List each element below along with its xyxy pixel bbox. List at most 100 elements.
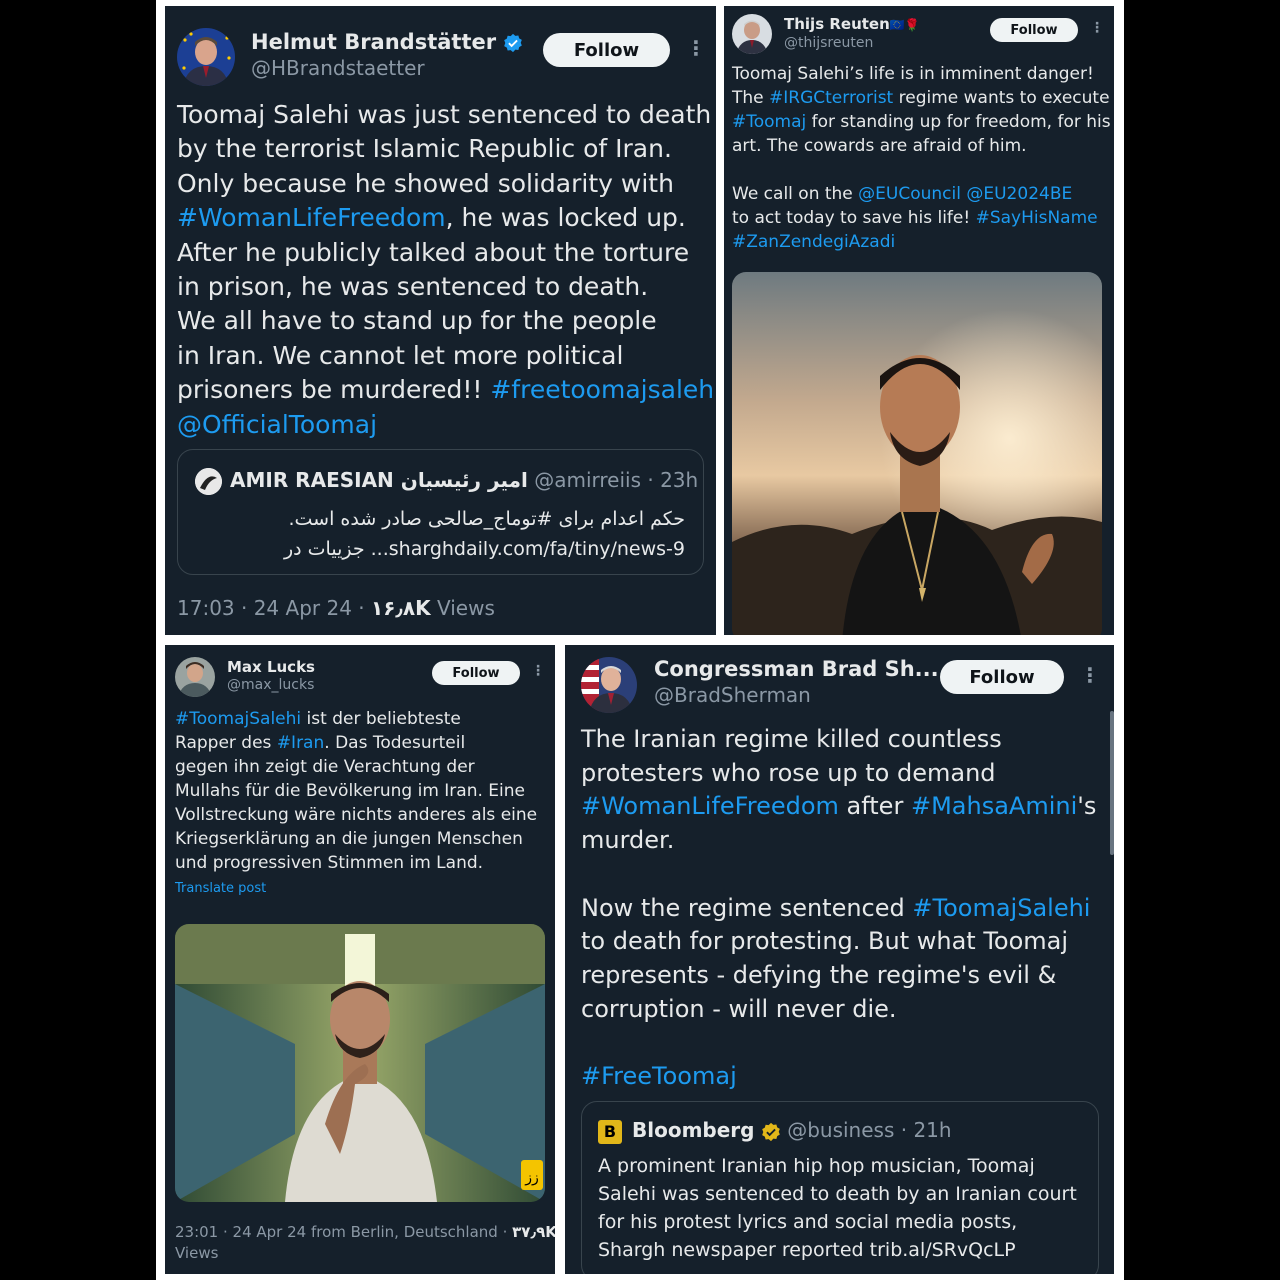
hashtag-link[interactable]: #freetoomajsalehi: [490, 375, 716, 404]
tweet-line: We call on the @EUCouncil @EU2024BE: [732, 182, 1111, 206]
quote-text-line: Salehi was sentenced to death by an Iran…: [598, 1183, 1077, 1205]
tweet-text: The Iranian regime killed countless prot…: [581, 723, 1096, 1094]
tweet-photo[interactable]: [732, 272, 1102, 635]
avatar[interactable]: [732, 14, 772, 54]
tweet-text-span: to act today to save his life!: [732, 208, 976, 228]
quote-text: A prominent Iranian hip hop musician, To…: [598, 1152, 1077, 1264]
tweet-line: The Iranian regime killed countless: [581, 725, 1002, 753]
follow-button[interactable]: Follow: [990, 18, 1078, 42]
hashtag-link[interactable]: #ZanZendegiAzadi: [732, 230, 1111, 254]
views-label: Views: [175, 1244, 219, 1262]
author-name[interactable]: Helmut Brandstätter: [251, 30, 523, 54]
tweet-text-span: 's: [1077, 792, 1097, 821]
author-name[interactable]: Congressman Brad Sh...: [654, 657, 966, 681]
hashtag-link[interactable]: #WomanLifeFreedom: [581, 792, 839, 820]
hashtag-link[interactable]: #IRGCterrorist: [769, 88, 893, 108]
tweet-line: corruption - will never die.: [581, 994, 897, 1023]
more-options-icon[interactable]: ⋮: [531, 663, 545, 679]
tweet-line: Mullahs für die Bevölkerung im Iran. Ein…: [175, 781, 525, 801]
mention-link[interactable]: @EU2024BE: [966, 184, 1072, 204]
tweet-text-span: for standing up for freedom, for his: [806, 112, 1111, 132]
tweet-line: #WomanLifeFreedom after #MahsaAmini's: [581, 790, 1096, 824]
quote-header: AMIR RAESIAN امیر رئیسیان @amirreiis · 2…: [230, 468, 698, 492]
views-label: Views: [430, 596, 495, 620]
tweet-text: Toomaj Salehi’s life is in imminent dang…: [732, 62, 1111, 254]
tweet-brad-sherman: Congressman Brad Sh... @BradSherman Foll…: [565, 645, 1114, 1274]
tweet-video[interactable]: زز: [175, 924, 545, 1202]
tweet-line: Rapper des #Iran. Das Todesurteil: [175, 731, 537, 755]
avatar[interactable]: [177, 28, 235, 86]
hashtag-link[interactable]: #SayHisName: [976, 208, 1098, 228]
tweet-meta: 17:03 · 24 Apr 24 · ۱۶٫۸K Views: [177, 596, 495, 620]
quote-text-line: Shargh newspaper reported trib.al/SRvQcL…: [598, 1239, 1016, 1261]
tweet-line: art. The cowards are afraid of him.: [732, 136, 1027, 156]
tweet-line: #WomanLifeFreedom, he was locked up.: [177, 201, 716, 235]
tweet-line: gegen ihn zeigt die Verachtung der: [175, 757, 475, 777]
quoted-tweet[interactable]: B Bloomberg @business · 21h A prominent …: [581, 1101, 1099, 1274]
hashtag-link[interactable]: #Toomaj: [732, 112, 806, 132]
tweet-line: #ToomajSalehi ist der beliebteste: [175, 707, 537, 731]
author-handle[interactable]: @BradSherman: [654, 683, 811, 707]
tweet-line: Now the regime sentenced #ToomajSalehi: [581, 892, 1096, 926]
tweet-line: Only because he showed solidarity with: [177, 168, 674, 198]
tweet-text-span: Now the regime sentenced: [581, 893, 913, 922]
author-handle[interactable]: @thijsreuten: [784, 35, 873, 51]
more-options-icon[interactable]: ⋮: [1090, 20, 1104, 36]
views-count: ۱۶٫۸K: [371, 596, 431, 620]
hashtag-link[interactable]: #MahsaAmini: [911, 792, 1077, 820]
more-options-icon[interactable]: ⋮: [686, 36, 706, 60]
follow-button[interactable]: Follow: [940, 660, 1064, 694]
tweet-line: in prison, he was sentenced to death.: [177, 272, 649, 302]
views-count: ۳۷٫۹K: [512, 1223, 555, 1241]
tweet-text-span: , he was locked up.: [445, 203, 686, 233]
quoted-tweet[interactable]: AMIR RAESIAN امیر رئیسیان @amirreiis · 2…: [177, 449, 704, 575]
tweet-text-span: Rapper des: [175, 733, 277, 753]
quote-author-handle: @amirreiis · 23h: [534, 468, 699, 492]
tweet-line: #Toomaj for standing up for freedom, for…: [732, 110, 1111, 134]
avatar[interactable]: [175, 657, 215, 697]
author-handle[interactable]: @HBrandstaetter: [251, 56, 425, 80]
tweet-line: to act today to save his life! #SayHisNa…: [732, 206, 1111, 230]
quote-author-name: AMIR RAESIAN امیر رئیسیان: [230, 468, 528, 492]
scrollbar-thumb[interactable]: [1110, 711, 1114, 855]
hashtag-link[interactable]: #ToomajSalehi: [912, 894, 1090, 922]
hashtag-link[interactable]: #ToomajSalehi: [175, 709, 301, 729]
tweet-text-span: regime wants to execute: [893, 88, 1110, 108]
tweet-line: We all have to stand up for the people: [177, 306, 657, 336]
more-options-icon[interactable]: ⋮: [1080, 663, 1100, 687]
tweet-thijs-reuten: Thijs Reuten🇪🇺🌹 @thijsreuten Follow ⋮ To…: [724, 6, 1114, 635]
tweet-text-span: The: [732, 88, 770, 108]
flag-rose-emoji-icon: 🇪🇺🌹: [889, 18, 920, 32]
translate-post-link[interactable]: Translate post: [175, 881, 266, 896]
tweet-text: Toomaj Salehi was just sentenced to deat…: [177, 98, 716, 442]
tweet-text-span: ist der beliebteste: [301, 709, 461, 729]
follow-button[interactable]: Follow: [543, 33, 670, 67]
tweet-text-span: . Das Todesurteil: [324, 733, 466, 753]
tweet-text-span: prisoners be murdered!!: [177, 375, 491, 405]
timestamp[interactable]: 23:01 · 24 Apr 24 from Berlin, Deutschla…: [175, 1223, 512, 1241]
tweet-helmut-brandstaetter: Helmut Brandstätter @HBrandstaetter Foll…: [165, 6, 716, 635]
tweet-line: After he publicly talked about the tortu…: [177, 237, 690, 267]
quote-avatar: [195, 468, 222, 495]
author-handle[interactable]: @max_lucks: [227, 677, 314, 693]
timestamp[interactable]: 17:03 · 24 Apr 24 ·: [177, 596, 371, 620]
quote-text-line: for his protest lyrics and social media …: [598, 1211, 1018, 1233]
verified-badge-gold-icon: [762, 1122, 780, 1141]
mention-link[interactable]: @OfficialToomaj: [177, 408, 716, 442]
avatar[interactable]: [581, 657, 637, 713]
author-name-text: Helmut Brandstätter: [251, 30, 497, 54]
hashtag-link[interactable]: #Iran: [277, 733, 324, 753]
tweet-line: Kriegserklärung an die jungen Menschen: [175, 829, 523, 849]
author-name[interactable]: Max Lucks: [227, 658, 315, 676]
hashtag-link[interactable]: #WomanLifeFreedom: [177, 203, 446, 232]
author-name-text: Congressman Brad Sh...: [654, 657, 939, 681]
follow-button[interactable]: Follow: [432, 661, 520, 685]
mention-link[interactable]: @EUCouncil: [858, 184, 961, 204]
author-name[interactable]: Thijs Reuten🇪🇺🌹: [784, 15, 920, 33]
quote-author-handle: @business · 21h: [787, 1118, 952, 1142]
quote-text-line: A prominent Iranian hip hop musician, To…: [598, 1155, 1035, 1177]
bloomberg-logo-icon: B: [598, 1120, 622, 1144]
quote-text-line: جزییات در ...sharghdaily.com/fa/tiny/new…: [283, 538, 685, 560]
tweet-line: The #IRGCterrorist regime wants to execu…: [732, 86, 1111, 110]
hashtag-link[interactable]: #FreeToomaj: [581, 1060, 1096, 1094]
